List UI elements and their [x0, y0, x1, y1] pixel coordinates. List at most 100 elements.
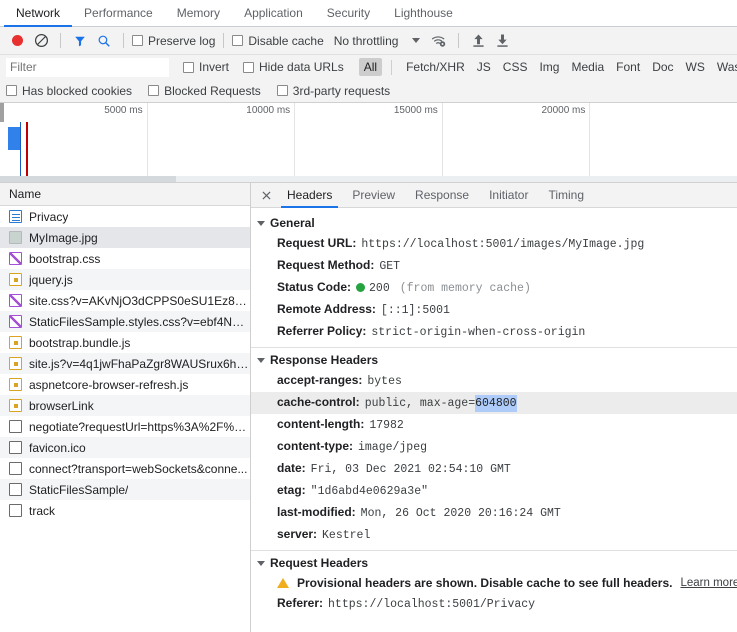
- script-icon: [9, 336, 22, 349]
- network-conditions-button[interactable]: [428, 30, 450, 52]
- overview-request-bar: [8, 127, 20, 150]
- request-method-value: GET: [379, 260, 401, 273]
- has-blocked-cookies-box: [6, 85, 17, 96]
- type-filter-font[interactable]: Font: [611, 58, 645, 76]
- image-icon: [9, 231, 22, 244]
- tab-application-label: Application: [244, 6, 303, 20]
- script-icon: [9, 399, 22, 412]
- request-row-track[interactable]: track: [0, 500, 250, 521]
- request-name: StaticFilesSample.styles.css?v=ebf4NvV..…: [29, 314, 250, 329]
- remote-address-value: [::1]:5001: [380, 304, 450, 317]
- hide-data-urls-checkbox[interactable]: Hide data URLs: [243, 60, 344, 74]
- request-name: browserLink: [29, 398, 94, 413]
- request-row-staticfilessample-styles-css[interactable]: StaticFilesSample.styles.css?v=ebf4NvV..…: [0, 311, 250, 332]
- devtools-panel-tabs: Network Performance Memory Application S…: [0, 0, 737, 27]
- record-button[interactable]: [6, 30, 28, 52]
- response-headers-section-header[interactable]: Response Headers: [251, 350, 737, 370]
- request-name: MyImage.jpg: [29, 230, 98, 245]
- header-value: Kestrel: [322, 529, 371, 542]
- request-row-jquery-js[interactable]: jquery.js: [0, 269, 250, 290]
- request-row-bootstrap-css[interactable]: bootstrap.css: [0, 248, 250, 269]
- invert-checkbox[interactable]: Invert: [183, 60, 229, 74]
- learn-more-link[interactable]: Learn more: [680, 577, 737, 589]
- detail-tab-headers[interactable]: Headers: [277, 183, 342, 208]
- search-button[interactable]: [93, 30, 115, 52]
- toolbar-divider-4: [458, 33, 460, 48]
- detail-tab-response[interactable]: Response: [405, 183, 479, 207]
- detail-tab-preview[interactable]: Preview: [342, 183, 405, 207]
- filter-bar: Invert Hide data URLs All Fetch/XHR JS C…: [0, 55, 737, 79]
- tab-lighthouse[interactable]: Lighthouse: [382, 0, 465, 26]
- type-filter-css[interactable]: CSS: [498, 58, 533, 76]
- request-name: track: [29, 503, 56, 518]
- type-filter-js[interactable]: JS: [472, 58, 496, 76]
- chevron-down-icon[interactable]: [412, 38, 421, 43]
- throttling-select[interactable]: No throttling: [334, 34, 399, 48]
- generic-file-icon: [9, 504, 22, 517]
- request-row-staticfilessample[interactable]: StaticFilesSample/: [0, 479, 250, 500]
- triangle-down-icon: [257, 220, 265, 226]
- tab-application[interactable]: Application: [232, 0, 315, 26]
- type-filter-doc[interactable]: Doc: [647, 58, 678, 76]
- detail-tab-initiator[interactable]: Initiator: [479, 183, 538, 207]
- request-row-connect[interactable]: connect?transport=webSockets&conne...: [0, 458, 250, 479]
- overview-scrollbar-thumb[interactable]: [0, 176, 176, 182]
- request-headers-section-header[interactable]: Request Headers: [251, 553, 737, 573]
- section-divider-1: [251, 347, 737, 348]
- export-har-button[interactable]: [491, 30, 513, 52]
- response-header-last-modified: last-modified: Mon, 26 Oct 2020 20:16:24…: [251, 502, 737, 524]
- preserve-log-box: [132, 35, 143, 46]
- requests-list: Privacy MyImage.jpg bootstrap.css jquery…: [0, 206, 250, 632]
- request-row-favicon-ico[interactable]: favicon.ico: [0, 437, 250, 458]
- clear-button[interactable]: [30, 30, 52, 52]
- tab-memory[interactable]: Memory: [165, 0, 232, 26]
- import-har-button[interactable]: [467, 30, 489, 52]
- generic-file-icon: [9, 462, 22, 475]
- overview-left-resize-handle[interactable]: [0, 103, 4, 122]
- filter-toggle-button[interactable]: [69, 30, 91, 52]
- request-row-browserlink[interactable]: browserLink: [0, 395, 250, 416]
- header-value-selected: 604800: [475, 395, 517, 412]
- filter-bar-secondary: Has blocked cookies Blocked Requests 3rd…: [0, 79, 737, 103]
- detail-tab-timing[interactable]: Timing: [538, 183, 594, 207]
- type-filter-ws[interactable]: WS: [681, 58, 710, 76]
- requests-column-header[interactable]: Name: [0, 183, 250, 206]
- overview-tick-label-3: 15000 ms: [393, 105, 438, 116]
- import-har-up-arrow-icon: [473, 34, 484, 47]
- has-blocked-cookies-checkbox[interactable]: Has blocked cookies: [6, 84, 132, 98]
- triangle-down-icon: [257, 357, 265, 363]
- general-status-code-row: Status Code: 200 (from memory cache): [251, 277, 737, 299]
- filter-input[interactable]: [6, 57, 169, 77]
- type-filter-fetch-xhr[interactable]: Fetch/XHR: [401, 58, 470, 76]
- general-section-header[interactable]: General: [251, 213, 737, 233]
- disable-cache-checkbox[interactable]: Disable cache: [232, 34, 324, 48]
- preserve-log-checkbox[interactable]: Preserve log: [132, 34, 215, 48]
- request-row-bootstrap-bundle-js[interactable]: bootstrap.bundle.js: [0, 332, 250, 353]
- request-detail-pane: Headers Preview Response Initiator Timin…: [251, 183, 737, 632]
- type-filter-media[interactable]: Media: [566, 58, 609, 76]
- request-name: bootstrap.bundle.js: [29, 335, 131, 350]
- network-overview-timeline[interactable]: 5000 ms 10000 ms 15000 ms 20000 ms: [0, 103, 737, 183]
- type-filter-wasm[interactable]: Wasm: [712, 58, 737, 76]
- request-row-privacy[interactable]: Privacy: [0, 206, 250, 227]
- header-value: bytes: [367, 375, 402, 388]
- overview-tick-label-1: 5000 ms: [104, 105, 143, 116]
- blocked-requests-checkbox[interactable]: Blocked Requests: [148, 84, 261, 98]
- request-row-site-js[interactable]: site.js?v=4q1jwFhaPaZgr8WAUSrux6hA...: [0, 353, 250, 374]
- tab-security[interactable]: Security: [315, 0, 382, 26]
- status-code-value: 200: [369, 282, 390, 295]
- close-detail-button[interactable]: [255, 183, 277, 207]
- overview-scrollbar-track[interactable]: [0, 176, 737, 182]
- type-filter-all[interactable]: All: [358, 58, 383, 76]
- tab-network[interactable]: Network: [4, 0, 73, 27]
- request-name: jquery.js: [29, 272, 73, 287]
- request-row-myimage-jpg[interactable]: MyImage.jpg: [0, 227, 250, 248]
- type-filter-img[interactable]: Img: [534, 58, 564, 76]
- request-row-negotiate[interactable]: negotiate?requestUrl=https%3A%2F%2...: [0, 416, 250, 437]
- request-row-aspnetcore-browser-refresh-js[interactable]: aspnetcore-browser-refresh.js: [0, 374, 250, 395]
- tab-performance-label: Performance: [84, 6, 153, 20]
- tab-performance[interactable]: Performance: [72, 0, 165, 26]
- third-party-requests-checkbox[interactable]: 3rd-party requests: [276, 84, 390, 98]
- request-row-site-css[interactable]: site.css?v=AKvNjO3dCPPS0eSU1Ez8T2...: [0, 290, 250, 311]
- hide-data-urls-label: Hide data URLs: [259, 60, 344, 74]
